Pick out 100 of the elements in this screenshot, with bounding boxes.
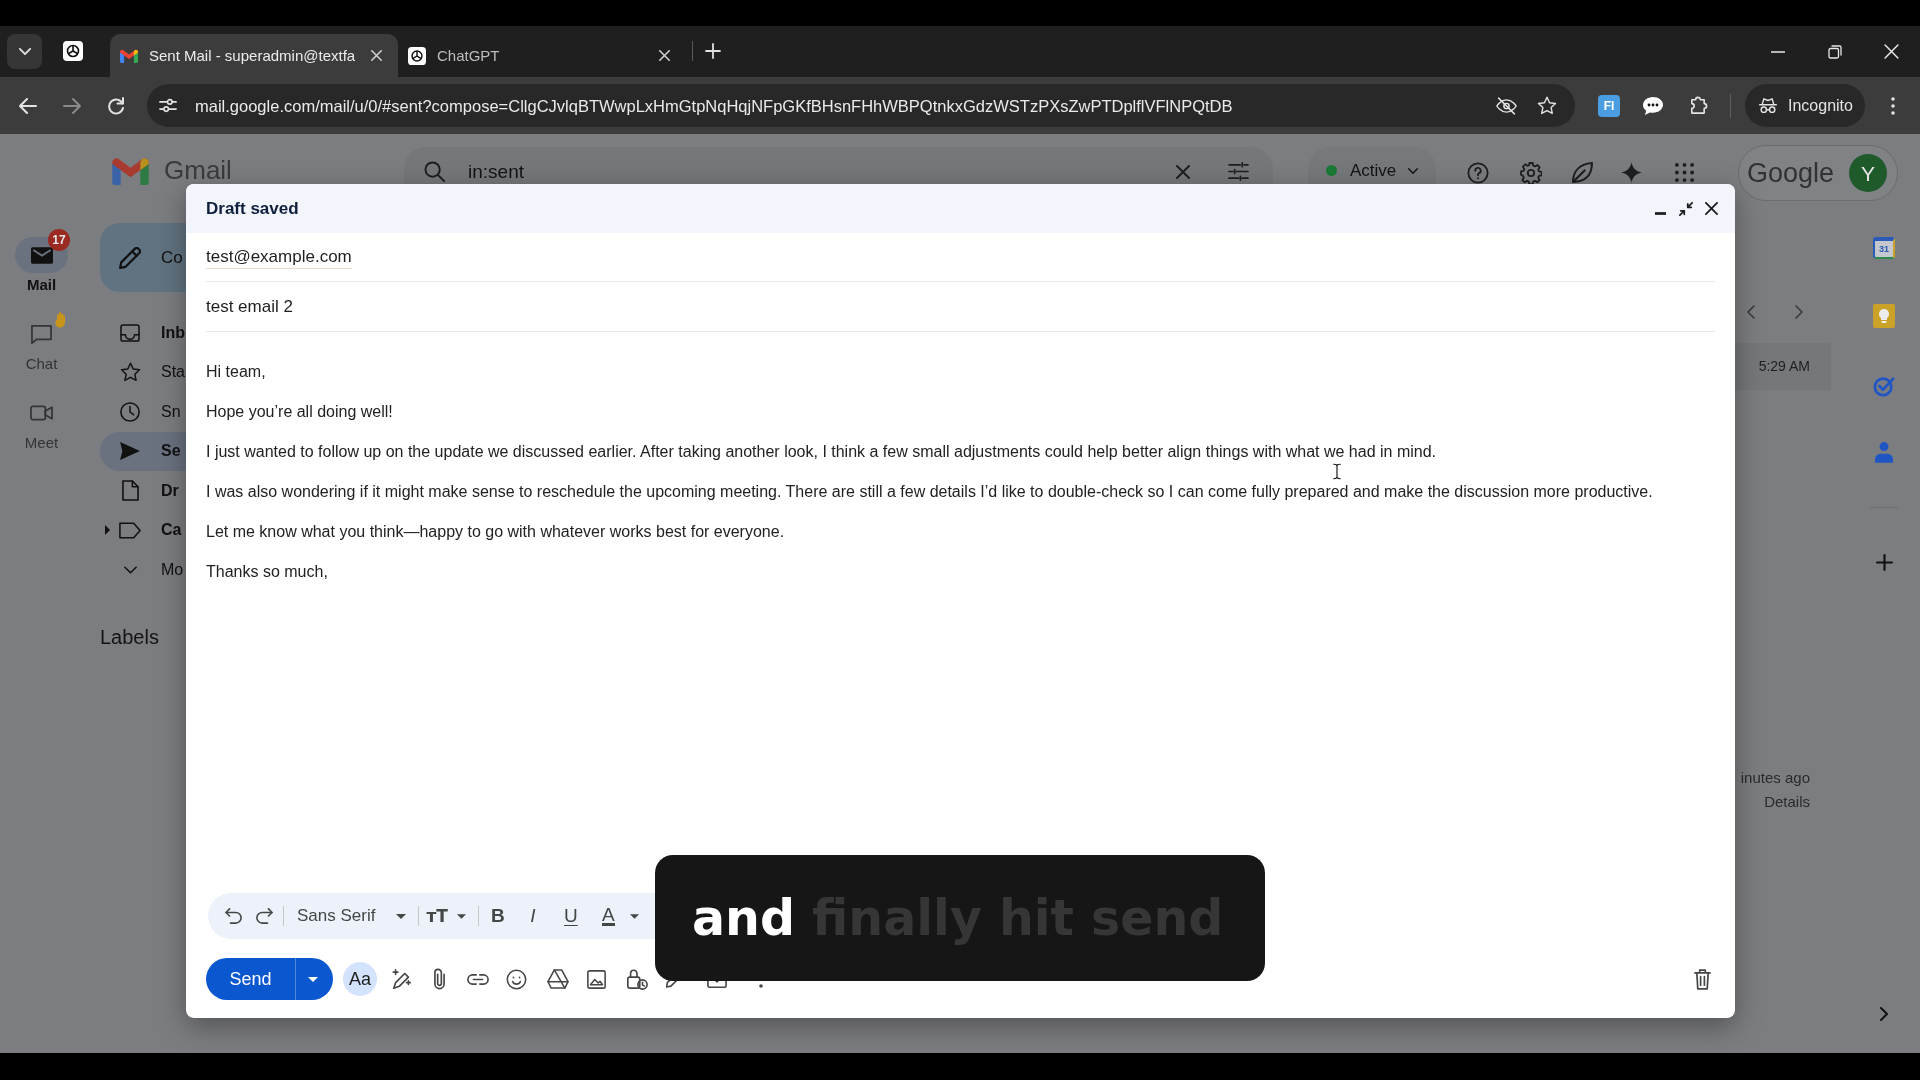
- nav-item[interactable]: Se: [100, 431, 186, 471]
- tab-search-button[interactable]: [7, 34, 42, 69]
- chevron-right-icon[interactable]: [1795, 305, 1803, 319]
- section-heading: Labels: [100, 624, 160, 649]
- inbox-icon: [120, 323, 140, 342]
- status-button[interactable]: Active: [1308, 147, 1436, 184]
- more-icon[interactable]: [1891, 96, 1895, 115]
- smiley-icon[interactable]: [506, 968, 527, 990]
- nav-item[interactable]: Sn: [100, 392, 186, 432]
- email-paragraph: Hope you’re all doing well!: [206, 402, 393, 422]
- pencil-icon: [119, 246, 141, 269]
- email-paragraph: I just wanted to follow up on the update we discussed earlier. After taking another look, I think a few small adjustments could help better align things with what we had in mind.: [206, 442, 1437, 462]
- nav-item[interactable]: Ca: [100, 510, 186, 550]
- underline-button[interactable]: U: [555, 901, 586, 931]
- forward-arrow-icon[interactable]: [63, 97, 81, 114]
- waving-hand-icon: [54, 312, 67, 328]
- browser-tab[interactable]: Sent Mail - superadmin@textfa: [110, 34, 398, 77]
- redo-icon[interactable]: [255, 908, 273, 924]
- minimize-icon[interactable]: [1655, 211, 1666, 215]
- link-icon[interactable]: [467, 973, 489, 985]
- rail-item[interactable]: Chat: [15, 307, 68, 374]
- email-paragraph: Thanks so much,: [206, 562, 328, 582]
- text-cursor-icon: [1333, 463, 1341, 480]
- app-logo-text: Gmail: [164, 157, 232, 183]
- subject-field[interactable]: test email 2: [206, 282, 1715, 332]
- file-icon: [121, 480, 139, 502]
- compose-button[interactable]: Co: [100, 223, 186, 292]
- email-row[interactable]: 5:29 AM: [1735, 343, 1831, 390]
- caret-down-icon: [396, 913, 407, 919]
- apps-grid-icon[interactable]: [1675, 163, 1694, 182]
- dot-icon[interactable]: [759, 984, 763, 988]
- image-icon[interactable]: [587, 969, 606, 989]
- recipient-field[interactable]: test@example.com: [206, 233, 1715, 282]
- mail-logo-icon: [120, 48, 138, 63]
- compose-title: Draft saved: [206, 197, 299, 220]
- label-tag-icon: [119, 521, 141, 539]
- wheel-logo-icon: [408, 46, 426, 65]
- help-icon[interactable]: [1467, 162, 1489, 184]
- tray-icon[interactable]: [707, 980, 727, 988]
- puzzle-icon[interactable]: [1688, 96, 1708, 115]
- text-color-button[interactable]: A: [594, 901, 647, 931]
- close-icon[interactable]: [1705, 202, 1718, 215]
- nav-item[interactable]: Mo: [100, 550, 186, 590]
- star-icon: [119, 362, 141, 383]
- send-button[interactable]: Send: [206, 958, 295, 1000]
- speech-bubble-icon[interactable]: [1642, 95, 1664, 116]
- email-paragraph: Hi team,: [206, 362, 266, 382]
- chevron-left-icon[interactable]: [1747, 305, 1755, 319]
- mail-icon: [30, 246, 53, 264]
- star-icon[interactable]: [1537, 96, 1557, 115]
- browser-tab[interactable]: ChatGPT: [398, 34, 686, 77]
- send-arrow-icon: [120, 442, 140, 461]
- pen-sparkle-icon[interactable]: [391, 968, 413, 990]
- restore-icon[interactable]: [1827, 44, 1842, 59]
- pen-icon[interactable]: [666, 980, 678, 988]
- caret-down-icon: [307, 976, 318, 982]
- italic-button[interactable]: I: [517, 901, 548, 931]
- trash-icon[interactable]: [1694, 968, 1711, 990]
- back-arrow-icon[interactable]: [19, 97, 37, 114]
- mail-logo-icon: [112, 157, 149, 185]
- exit-fullscreen-icon[interactable]: [1679, 201, 1693, 216]
- nav-item[interactable]: Inb: [100, 313, 186, 353]
- details-link[interactable]: Details: [1764, 792, 1810, 812]
- triangle-icon[interactable]: [547, 969, 569, 989]
- minimize-icon[interactable]: [1770, 50, 1785, 53]
- send-options-button[interactable]: [295, 958, 333, 1000]
- bold-button[interactable]: B: [482, 901, 513, 931]
- font-dropdown[interactable]: Sans Serif: [297, 901, 407, 931]
- account-avatar[interactable]: Y: [1849, 154, 1887, 192]
- settings-icon[interactable]: [1520, 162, 1542, 184]
- caret-down-icon: [456, 913, 466, 919]
- profile-button[interactable]: Incognito: [1745, 84, 1865, 127]
- address-bar[interactable]: mail.google.com/mail/u/0/#sent?compose=CllgCJvlqBTWwpLxHmGtpNqHqjNFpGKfBHsnFHhWBPQtnkxGdzWSTzPXsZwPTDplflVFlNPQtDB: [147, 84, 1575, 127]
- text-size-button[interactable]: ᴛT: [426, 901, 466, 931]
- leaf-icon[interactable]: [1572, 162, 1593, 183]
- site-settings-icon[interactable]: [159, 98, 177, 113]
- caret-right-icon[interactable]: [105, 525, 110, 536]
- new-tab-icon[interactable]: [705, 43, 721, 59]
- caret-down-icon: [629, 913, 639, 919]
- lock-clock-icon[interactable]: [626, 968, 648, 990]
- lightbulb-tile-icon[interactable]: [1873, 304, 1895, 328]
- eye-slash-icon[interactable]: [1496, 96, 1517, 115]
- undo-icon[interactable]: [225, 908, 243, 924]
- wheel-logo-icon[interactable]: [63, 41, 83, 61]
- filter-sliders-icon[interactable]: [1228, 162, 1249, 181]
- formatting-options-button[interactable]: Aa: [343, 962, 377, 996]
- account-button[interactable]: Google Y: [1738, 145, 1898, 201]
- email-paragraph: I was also wondering if it might make sense to reschedule the upcoming meeting. There are still a few details I’d like to double-check so I can come fully prepared and make the discussion more productive.: [206, 482, 1653, 502]
- search-icon[interactable]: [424, 161, 445, 182]
- plus-icon[interactable]: [1875, 554, 1893, 571]
- search-field[interactable]: in:sent: [404, 147, 1273, 184]
- reload-icon[interactable]: [107, 96, 125, 115]
- sparkle-icon[interactable]: [1621, 162, 1642, 183]
- nav-item[interactable]: Dr: [100, 471, 186, 511]
- calendar-button[interactable]: 31: [1873, 237, 1895, 259]
- nav-item[interactable]: Sta: [100, 352, 186, 392]
- chevron-right-icon[interactable]: [1880, 1007, 1888, 1021]
- check-circle-icon[interactable]: [1873, 375, 1895, 397]
- paperclip-icon[interactable]: [433, 968, 446, 990]
- video-camera-icon: [30, 405, 53, 421]
